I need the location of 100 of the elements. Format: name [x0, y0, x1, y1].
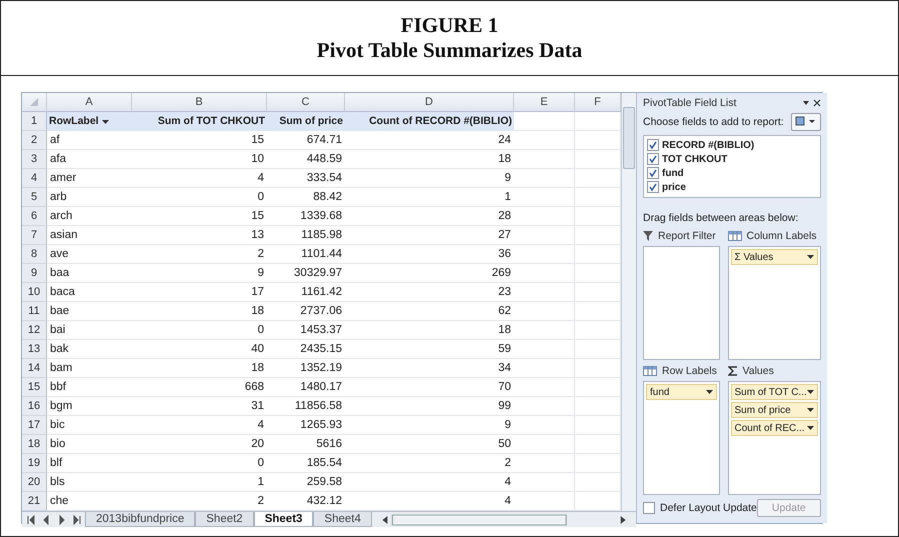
row-header[interactable]: 12: [22, 321, 47, 340]
table-cell: 40: [132, 340, 267, 359]
field-label[interactable]: RECORD #(BIBLIO): [662, 140, 754, 150]
table-cell: 1185.98: [267, 226, 345, 245]
table-cell: 1161.42: [267, 283, 345, 302]
table-cell: bic: [47, 416, 132, 435]
empty-cell: [514, 150, 575, 169]
field-chip[interactable]: Count of REC...: [730, 420, 818, 436]
empty-cell: [514, 302, 575, 321]
dropdown-caret-icon[interactable]: [102, 120, 109, 124]
table-cell: 1352.19: [267, 359, 345, 378]
row-header[interactable]: 2: [22, 131, 47, 150]
sheet-tab[interactable]: Sheet3: [254, 512, 314, 527]
row-header[interactable]: 8: [22, 245, 47, 264]
checkbox[interactable]: [647, 181, 659, 193]
empty-cell: [514, 473, 575, 492]
field-label[interactable]: price: [662, 182, 686, 192]
table-cell: bgm: [47, 397, 132, 416]
checkbox[interactable]: [647, 167, 659, 179]
row-header[interactable]: 21: [22, 492, 47, 511]
row-header[interactable]: 17: [22, 416, 47, 435]
row-header[interactable]: 5: [22, 188, 47, 207]
empty-cell: [514, 397, 575, 416]
table-cell: 11856.58: [267, 397, 345, 416]
table-cell: 23: [345, 283, 514, 302]
row-header[interactable]: 9: [22, 264, 47, 283]
table-cell: 13: [132, 226, 267, 245]
empty-cell: [514, 359, 575, 378]
table-cell: 4: [132, 416, 267, 435]
dropdown-caret-icon[interactable]: [806, 255, 814, 259]
sheet-navigation-icon[interactable]: [26, 514, 81, 526]
empty-cell: [514, 245, 575, 264]
column-header[interactable]: E: [514, 93, 575, 112]
table-cell: 674.71: [267, 131, 345, 150]
drop-area[interactable]: Σ Values: [728, 246, 821, 360]
row-header[interactable]: 14: [22, 359, 47, 378]
row-header[interactable]: 11: [22, 302, 47, 321]
sheet-tab[interactable]: Sheet2: [195, 512, 254, 527]
row-header[interactable]: 10: [22, 283, 47, 302]
dropdown-caret-icon[interactable]: [806, 408, 814, 412]
row-header[interactable]: 15: [22, 378, 47, 397]
table-cell: 17: [132, 283, 267, 302]
row-header[interactable]: 20: [22, 473, 47, 492]
field-chip[interactable]: fund: [646, 384, 717, 400]
checkbox[interactable]: [647, 153, 659, 165]
table-cell: baca: [47, 283, 132, 302]
sigma-icon: [728, 366, 738, 376]
figure-label: FIGURE 1: [400, 13, 498, 38]
table-cell: bak: [47, 340, 132, 359]
table-cell: 269: [345, 264, 514, 283]
field-chip[interactable]: Sum of TOT C...: [730, 384, 818, 400]
sheet-tab[interactable]: Sheet4: [313, 512, 372, 527]
area-label: Report Filter: [658, 230, 716, 242]
table-cell: 1453.37: [267, 321, 345, 340]
column-header[interactable]: B: [132, 93, 267, 112]
checkbox[interactable]: [647, 139, 659, 151]
field-chip[interactable]: Σ Values: [730, 249, 818, 265]
table-cell: blf: [47, 454, 132, 473]
field-label[interactable]: fund: [662, 168, 684, 178]
column-header[interactable]: C: [267, 93, 345, 112]
table-cell: 2: [132, 245, 267, 264]
table-cell: 24: [345, 131, 514, 150]
column-header[interactable]: F: [575, 93, 621, 112]
row-header[interactable]: 3: [22, 150, 47, 169]
figure-title: Pivot Table Summarizes Data: [316, 38, 582, 63]
field-label[interactable]: TOT CHKOUT: [662, 154, 728, 164]
column-header[interactable]: D: [345, 93, 514, 112]
empty-cell: [514, 188, 575, 207]
dropdown-caret-icon[interactable]: [806, 426, 814, 430]
row-header[interactable]: 19: [22, 454, 47, 473]
row-header[interactable]: 6: [22, 207, 47, 226]
column-heading-cell: Sum of price: [267, 112, 345, 131]
row-header[interactable]: 1: [22, 112, 47, 131]
column-header[interactable]: A: [47, 93, 132, 112]
row-header[interactable]: 18: [22, 435, 47, 454]
field-chip[interactable]: Sum of price: [730, 402, 818, 418]
table-cell: 1265.93: [267, 416, 345, 435]
table-cell: 9: [345, 416, 514, 435]
dropdown-caret-icon[interactable]: [706, 390, 713, 394]
table-cell: 333.54: [267, 169, 345, 188]
drop-area[interactable]: fund: [643, 381, 720, 495]
dropdown-caret-icon[interactable]: [806, 390, 814, 394]
row-header[interactable]: 16: [22, 397, 47, 416]
close-icon[interactable]: [802, 99, 821, 107]
checkbox[interactable]: [643, 502, 655, 514]
sheet-tab[interactable]: 2013bibfundprice: [85, 512, 196, 527]
table-cell: asian: [47, 226, 132, 245]
row-header[interactable]: 7: [22, 226, 47, 245]
table-cell: arb: [47, 188, 132, 207]
column-heading-cell: RowLabel: [47, 112, 132, 131]
column-heading-cell: Sum of TOT CHKOUT: [132, 112, 267, 131]
vertical-scrollbar[interactable]: [621, 93, 636, 511]
row-header[interactable]: 4: [22, 169, 47, 188]
table-cell: 5616: [267, 435, 345, 454]
row-header[interactable]: 13: [22, 340, 47, 359]
table-cell: 27: [345, 226, 514, 245]
empty-cell: [514, 131, 575, 150]
drop-area[interactable]: Sum of TOT C... Sum of price Count of REC...: [728, 381, 821, 495]
layout-button[interactable]: [790, 113, 821, 131]
table-cell: 448.59: [267, 150, 345, 169]
